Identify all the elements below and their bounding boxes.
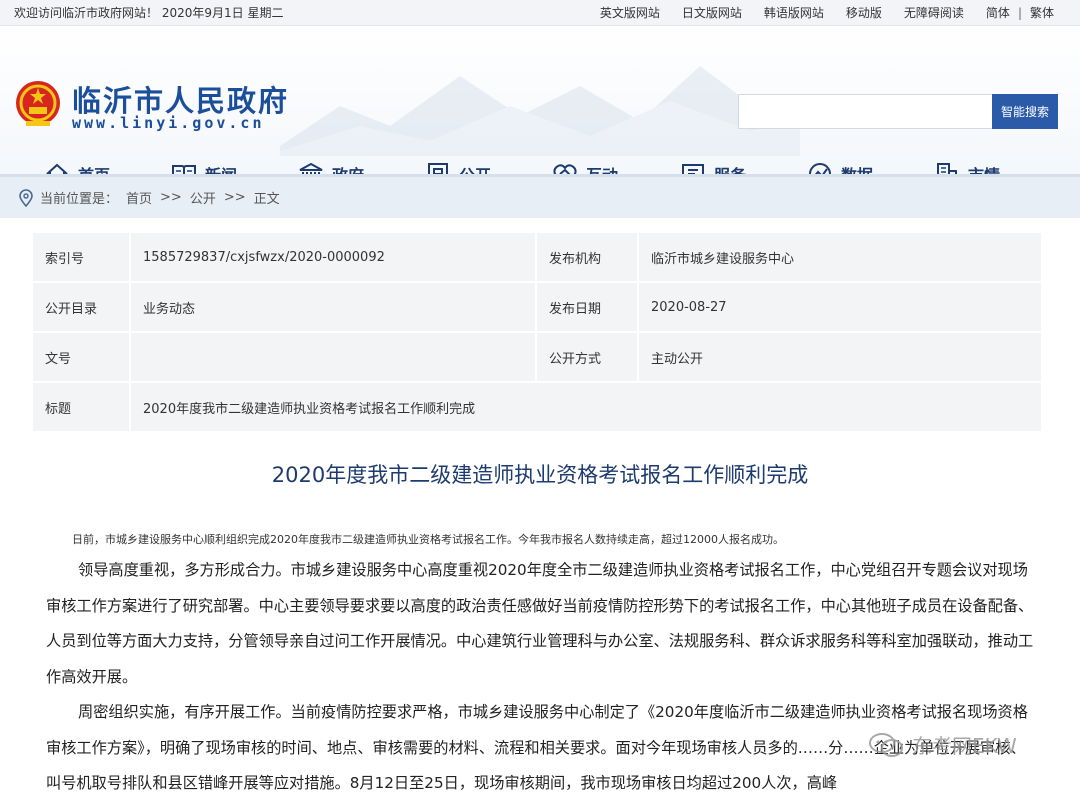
government-building-icon — [299, 162, 323, 174]
nav-home-label: 首页 — [78, 162, 110, 174]
table-row: 公开目录 业务动态 发布日期 2020-08-27 — [31, 281, 1043, 333]
table-row: 索引号 1585729837/cxjsfwzx/2020-0000092 发布机… — [31, 231, 1043, 283]
home-icon — [46, 163, 68, 174]
site-domain: www.linyi.gov.cn — [72, 114, 265, 132]
breadcrumb-separator: >> — [160, 190, 182, 205]
data-chart-icon — [809, 163, 831, 174]
mode-label: 公开方式 — [535, 331, 639, 383]
date-value: 2020-08-27 — [637, 281, 1043, 333]
welcome-text: 欢迎访问临沂市政府网站！ 2020年9月1日 星期二 — [14, 6, 284, 20]
national-emblem-icon — [16, 81, 60, 126]
watermark: 东考网EKW — [868, 730, 1017, 759]
wechat-icon — [869, 732, 903, 757]
mountain-background-image — [280, 66, 800, 156]
nav-government-label: 政府 — [332, 162, 364, 174]
public-document-icon — [428, 163, 448, 174]
nav-city-info[interactable]: 市情 — [934, 161, 1000, 174]
link-english[interactable]: 英文版网站 — [600, 4, 660, 21]
top-bar: 欢迎访问临沂市政府网站！ 2020年9月1日 星期二 英文版网站 日文版网站 韩… — [0, 0, 1080, 26]
nav-government[interactable]: 政府 — [298, 161, 364, 174]
service-chat-icon — [682, 164, 704, 174]
org-value: 临沂市城乡建设服务中心 — [637, 231, 1043, 283]
search-box: 智能搜索 — [738, 94, 1058, 129]
article-body: 领导高度重视，多方形成合力。市城乡建设服务中心高度重视2020年度全市二级建造师… — [46, 553, 1036, 802]
site-header: 临沂市人民政府 www.linyi.gov.cn 智能搜索 首页 新闻 政府 公… — [0, 26, 1080, 174]
table-row: 标题 2020年度我市二级建造师执业资格考试报名工作顺利完成 — [31, 381, 1043, 433]
breadcrumb-current: 正文 — [253, 192, 280, 207]
breadcrumb-home[interactable]: 首页 — [126, 188, 152, 207]
title-value: 2020年度我市二级建造师执业资格考试报名工作顺利完成 — [129, 381, 1043, 433]
search-button[interactable]: 智能搜索 — [992, 94, 1058, 129]
top-links: 英文版网站 日文版网站 韩语版网站 移动版 无障碍阅读 简体 | 繁体 — [578, 4, 1054, 21]
link-divider: | — [1017, 5, 1022, 20]
main-nav: 首页 新闻 政府 公开 互动 服务 数据 市情 — [0, 154, 1080, 174]
link-accessible[interactable]: 无障碍阅读 — [904, 4, 964, 21]
date-label: 发布日期 — [535, 281, 639, 333]
city-building-icon — [937, 163, 957, 174]
docno-label: 文号 — [31, 331, 131, 383]
link-simplified[interactable]: 简体 — [986, 4, 1010, 21]
nav-news[interactable]: 新闻 — [171, 161, 237, 174]
article-title: 2020年度我市二级建造师执业资格考试报名工作顺利完成 — [271, 463, 809, 487]
nav-news-label: 新闻 — [205, 162, 237, 174]
link-korean[interactable]: 韩语版网站 — [764, 4, 824, 21]
link-traditional[interactable]: 繁体 — [1030, 4, 1054, 21]
nav-city-info-label: 市情 — [968, 162, 1000, 174]
link-japanese[interactable]: 日文版网站 — [682, 4, 742, 21]
org-label: 发布机构 — [535, 231, 639, 283]
index-label: 索引号 — [31, 231, 131, 283]
title-label: 标题 — [31, 381, 131, 433]
nav-public[interactable]: 公开 — [425, 161, 491, 174]
article-paragraph: 领导高度重视，多方形成合力。市城乡建设服务中心高度重视2020年度全市二级建造师… — [46, 561, 1034, 686]
catalog-label: 公开目录 — [31, 281, 131, 333]
book-icon — [172, 165, 196, 174]
nav-home[interactable]: 首页 — [44, 161, 110, 174]
docno-value — [129, 331, 537, 383]
search-input[interactable] — [738, 94, 992, 129]
breadcrumb: 当前位置是： 首页 >> 公开 >> 正文 — [0, 174, 1080, 218]
handshake-icon — [553, 164, 577, 174]
nav-data[interactable]: 数据 — [807, 161, 873, 174]
location-pin-icon — [19, 188, 33, 207]
table-row: 文号 公开方式 主动公开 — [31, 331, 1043, 383]
breadcrumb-separator: >> — [223, 190, 246, 205]
mode-value: 主动公开 — [637, 331, 1043, 383]
watermark-text: 东考网EKW — [912, 734, 1017, 758]
nav-service-label: 服务 — [714, 162, 746, 174]
breadcrumb-label: 当前位置是： — [40, 192, 119, 207]
nav-service[interactable]: 服务 — [680, 161, 746, 174]
link-mobile[interactable]: 移动版 — [846, 4, 882, 21]
nav-data-label: 数据 — [841, 162, 873, 174]
nav-public-label: 公开 — [459, 162, 491, 174]
nav-interaction-label: 互动 — [586, 162, 618, 174]
document-info-table: 索引号 1585729837/cxjsfwzx/2020-0000092 发布机… — [31, 231, 1043, 433]
article-lead: 日前，市城乡建设服务中心顺利组织完成2020年度我市二级建造师执业资格考试报名工… — [72, 533, 784, 546]
catalog-value: 业务动态 — [129, 281, 537, 333]
index-value: 1585729837/cxjsfwzx/2020-0000092 — [129, 231, 537, 283]
breadcrumb-public[interactable]: 公开 — [190, 188, 216, 207]
nav-interaction[interactable]: 互动 — [552, 161, 618, 174]
